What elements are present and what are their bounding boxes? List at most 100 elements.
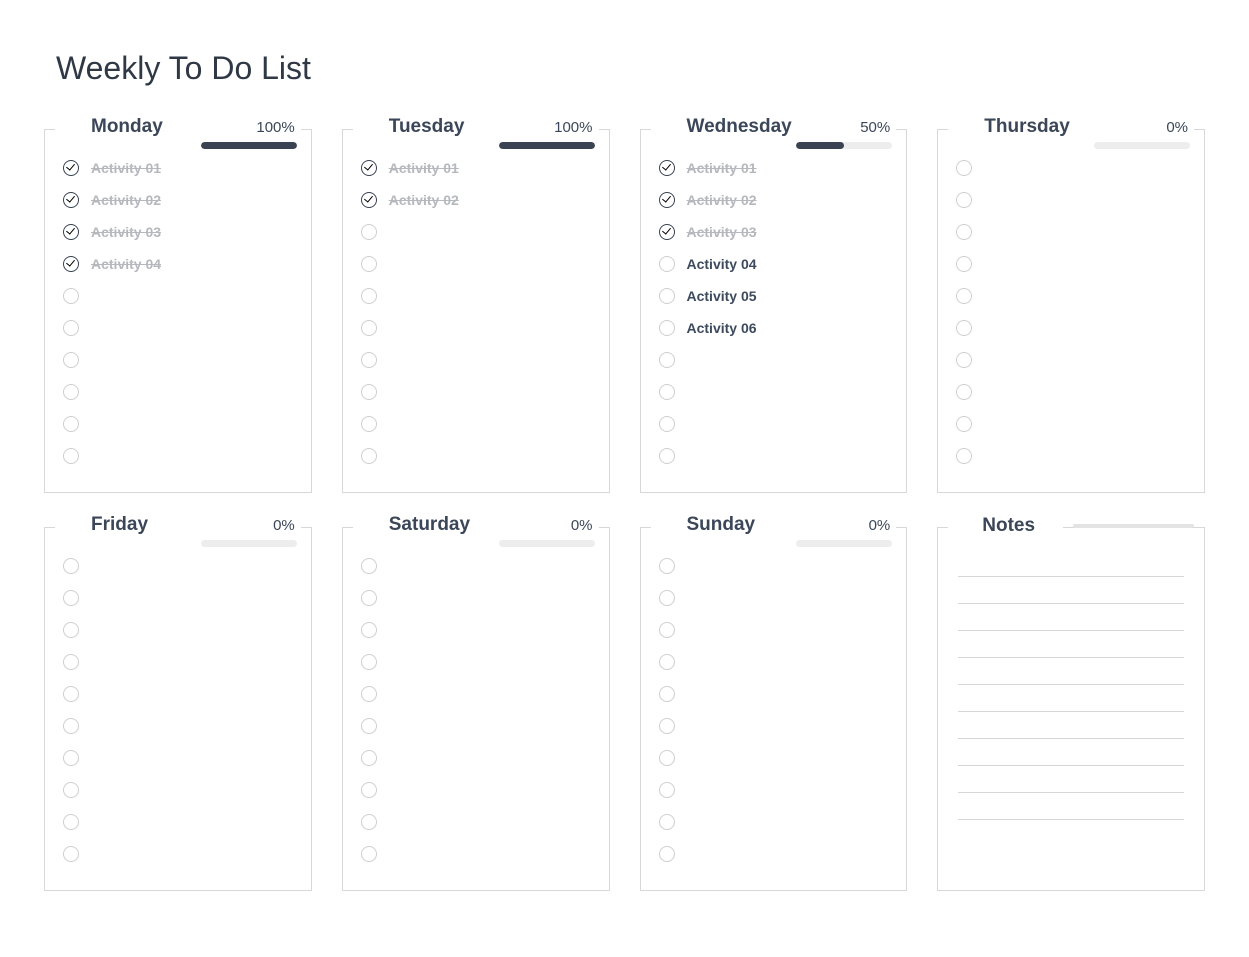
task-checkbox[interactable] (63, 654, 79, 670)
task-checkbox[interactable] (63, 448, 79, 464)
task-row[interactable] (361, 686, 595, 702)
task-checkbox[interactable] (659, 718, 675, 734)
task-row[interactable] (659, 846, 893, 862)
task-row[interactable] (659, 814, 893, 830)
task-row[interactable]: Activity 02 (63, 192, 297, 208)
note-line[interactable] (958, 819, 1184, 820)
task-checkbox[interactable] (361, 814, 377, 830)
task-row[interactable] (63, 558, 297, 574)
task-checkbox[interactable] (956, 384, 972, 400)
task-checkbox[interactable] (63, 160, 79, 176)
note-line[interactable] (958, 684, 1184, 685)
task-row[interactable] (63, 320, 297, 336)
task-row[interactable] (361, 750, 595, 766)
note-line[interactable] (958, 630, 1184, 631)
task-row[interactable] (361, 288, 595, 304)
task-row[interactable] (361, 224, 595, 240)
task-checkbox[interactable] (361, 686, 377, 702)
task-row[interactable] (956, 256, 1190, 272)
task-checkbox[interactable] (659, 320, 675, 336)
task-checkbox[interactable] (659, 622, 675, 638)
task-row[interactable] (63, 782, 297, 798)
task-checkbox[interactable] (361, 416, 377, 432)
task-row[interactable] (63, 590, 297, 606)
task-row[interactable] (659, 384, 893, 400)
task-row[interactable] (956, 288, 1190, 304)
task-row[interactable]: Activity 04 (659, 256, 893, 272)
task-row[interactable] (63, 384, 297, 400)
task-checkbox[interactable] (956, 160, 972, 176)
task-row[interactable] (63, 750, 297, 766)
task-checkbox[interactable] (361, 782, 377, 798)
task-row[interactable] (361, 352, 595, 368)
note-line[interactable] (958, 738, 1184, 739)
task-row[interactable] (63, 654, 297, 670)
task-checkbox[interactable] (63, 352, 79, 368)
task-row[interactable] (956, 192, 1190, 208)
task-checkbox[interactable] (361, 160, 377, 176)
task-row[interactable]: Activity 01 (659, 160, 893, 176)
task-checkbox[interactable] (63, 558, 79, 574)
task-row[interactable] (659, 622, 893, 638)
task-row[interactable] (361, 256, 595, 272)
task-checkbox[interactable] (63, 846, 79, 862)
task-row[interactable] (659, 686, 893, 702)
task-checkbox[interactable] (63, 288, 79, 304)
task-checkbox[interactable] (63, 192, 79, 208)
task-row[interactable] (361, 590, 595, 606)
task-row[interactable] (63, 686, 297, 702)
task-row[interactable] (63, 416, 297, 432)
task-checkbox[interactable] (659, 686, 675, 702)
task-row[interactable]: Activity 02 (361, 192, 595, 208)
task-checkbox[interactable] (659, 654, 675, 670)
task-checkbox[interactable] (63, 782, 79, 798)
task-checkbox[interactable] (956, 416, 972, 432)
task-checkbox[interactable] (956, 448, 972, 464)
task-checkbox[interactable] (361, 320, 377, 336)
task-row[interactable] (956, 448, 1190, 464)
task-checkbox[interactable] (361, 590, 377, 606)
task-row[interactable] (361, 558, 595, 574)
task-row[interactable] (659, 448, 893, 464)
task-row[interactable]: Activity 02 (659, 192, 893, 208)
task-checkbox[interactable] (659, 224, 675, 240)
notes-lines[interactable] (956, 576, 1190, 820)
note-line[interactable] (958, 576, 1184, 577)
note-line[interactable] (958, 603, 1184, 604)
task-row[interactable]: Activity 04 (63, 256, 297, 272)
task-checkbox[interactable] (63, 686, 79, 702)
task-row[interactable] (361, 622, 595, 638)
task-checkbox[interactable] (659, 288, 675, 304)
task-row[interactable]: Activity 01 (361, 160, 595, 176)
task-row[interactable] (361, 814, 595, 830)
task-row[interactable] (956, 352, 1190, 368)
task-checkbox[interactable] (361, 846, 377, 862)
task-row[interactable] (361, 320, 595, 336)
task-checkbox[interactable] (361, 654, 377, 670)
task-row[interactable] (659, 750, 893, 766)
task-checkbox[interactable] (659, 160, 675, 176)
task-row[interactable] (956, 416, 1190, 432)
task-row[interactable] (659, 558, 893, 574)
task-checkbox[interactable] (659, 192, 675, 208)
task-row[interactable] (956, 384, 1190, 400)
task-row[interactable] (659, 718, 893, 734)
task-row[interactable] (659, 352, 893, 368)
task-checkbox[interactable] (361, 622, 377, 638)
task-checkbox[interactable] (361, 448, 377, 464)
task-checkbox[interactable] (659, 782, 675, 798)
task-checkbox[interactable] (63, 320, 79, 336)
task-checkbox[interactable] (956, 192, 972, 208)
task-row[interactable] (659, 590, 893, 606)
task-checkbox[interactable] (659, 448, 675, 464)
task-checkbox[interactable] (361, 750, 377, 766)
task-checkbox[interactable] (63, 384, 79, 400)
task-checkbox[interactable] (659, 416, 675, 432)
task-checkbox[interactable] (956, 224, 972, 240)
task-checkbox[interactable] (63, 718, 79, 734)
task-checkbox[interactable] (361, 558, 377, 574)
task-row[interactable]: Activity 03 (63, 224, 297, 240)
task-checkbox[interactable] (659, 590, 675, 606)
task-checkbox[interactable] (659, 846, 675, 862)
task-row[interactable] (659, 416, 893, 432)
